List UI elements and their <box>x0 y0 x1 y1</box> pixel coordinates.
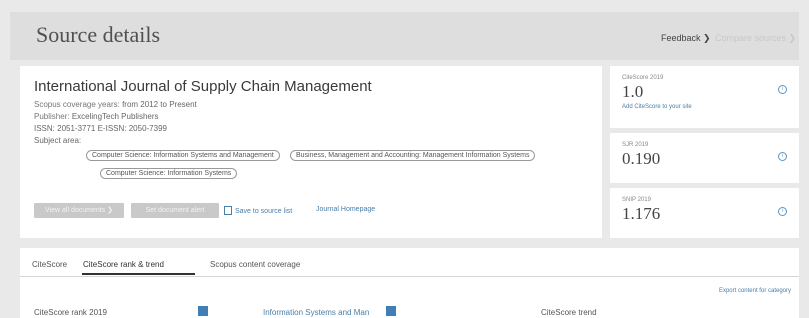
citescore-label: CiteScore 2019 <box>622 75 664 81</box>
add-citescore-link[interactable]: Add CiteScore to your site <box>622 104 692 110</box>
citescore-value: 1.0 <box>622 82 644 101</box>
active-tab-indicator <box>82 273 195 275</box>
coverage-label: Scopus coverage years: <box>34 100 120 109</box>
sjr-value: 0.190 <box>622 149 661 168</box>
category-select[interactable]: Information Systems and Man <box>263 308 369 317</box>
coverage-line: Scopus coverage years: from 2012 to Pres… <box>34 100 197 109</box>
issn-line: ISSN: 2051-3771 E-ISSN: 2050-7399 <box>34 124 167 133</box>
info-icon[interactable]: i <box>778 207 787 216</box>
subject-chip[interactable]: Computer Science: Information Systems an… <box>86 150 280 161</box>
info-icon[interactable]: i <box>778 152 787 161</box>
metrics-tabs-panel: CiteScore CiteScore rank & trend Scopus … <box>20 248 799 318</box>
tab-citescore[interactable]: CiteScore <box>32 260 67 269</box>
citescore-trend-label: CiteScore trend <box>541 308 597 317</box>
subject-chip[interactable]: Computer Science: Information Systems <box>100 168 238 179</box>
category-dropdown-toggle[interactable] <box>386 306 396 316</box>
snip-label: SNIP 2019 <box>622 197 651 203</box>
snip-value: 1.176 <box>622 204 661 223</box>
source-info-card: International Journal of Supply Chain Ma… <box>20 66 602 238</box>
save-to-source-list-label: Save to source list <box>235 208 293 215</box>
citescore-card: CiteScore 2019 1.0 Add CiteScore to your… <box>610 66 799 128</box>
info-icon[interactable]: i <box>778 85 787 94</box>
tab-scopus-content-coverage[interactable]: Scopus content coverage <box>210 260 300 269</box>
journal-homepage-link[interactable]: Journal Homepage <box>316 206 375 213</box>
set-document-alert-button[interactable]: Set document alert <box>131 203 219 218</box>
view-all-documents-button[interactable]: View all documents ❯ <box>34 203 124 218</box>
publisher-line: Publisher: ExcelingTech Publishers <box>34 112 159 121</box>
publisher-value: ExcelingTech Publishers <box>71 112 159 121</box>
feedback-link[interactable]: Feedback ❯ <box>661 33 711 44</box>
save-to-source-list-link[interactable]: Save to source list <box>224 206 292 215</box>
subject-chip[interactable]: Business, Management and Accounting: Man… <box>290 150 536 161</box>
subject-area-label: Subject area: <box>34 136 82 145</box>
sjr-card: SJR 2019 0.190 i <box>610 133 799 183</box>
publisher-label: Publisher: <box>34 112 70 121</box>
page-title: Source details <box>36 22 161 47</box>
snip-card: SNIP 2019 1.176 i <box>610 188 799 238</box>
tab-divider <box>20 276 799 277</box>
tab-citescore-rank-trend[interactable]: CiteScore rank & trend <box>83 260 164 269</box>
journal-title: International Journal of Supply Chain Ma… <box>34 78 372 95</box>
citescore-rank-label: CiteScore rank 2019 <box>34 308 107 317</box>
page-header: Source details Feedback ❯ Compare source… <box>10 12 799 60</box>
compare-sources-link[interactable]: Compare sources ❯ <box>715 33 796 44</box>
rank-dropdown-toggle[interactable] <box>198 306 208 316</box>
sjr-label: SJR 2019 <box>622 142 649 148</box>
list-icon <box>224 206 232 215</box>
coverage-value: from 2012 to Present <box>122 100 197 109</box>
export-content-link[interactable]: Export content for category <box>719 288 791 294</box>
